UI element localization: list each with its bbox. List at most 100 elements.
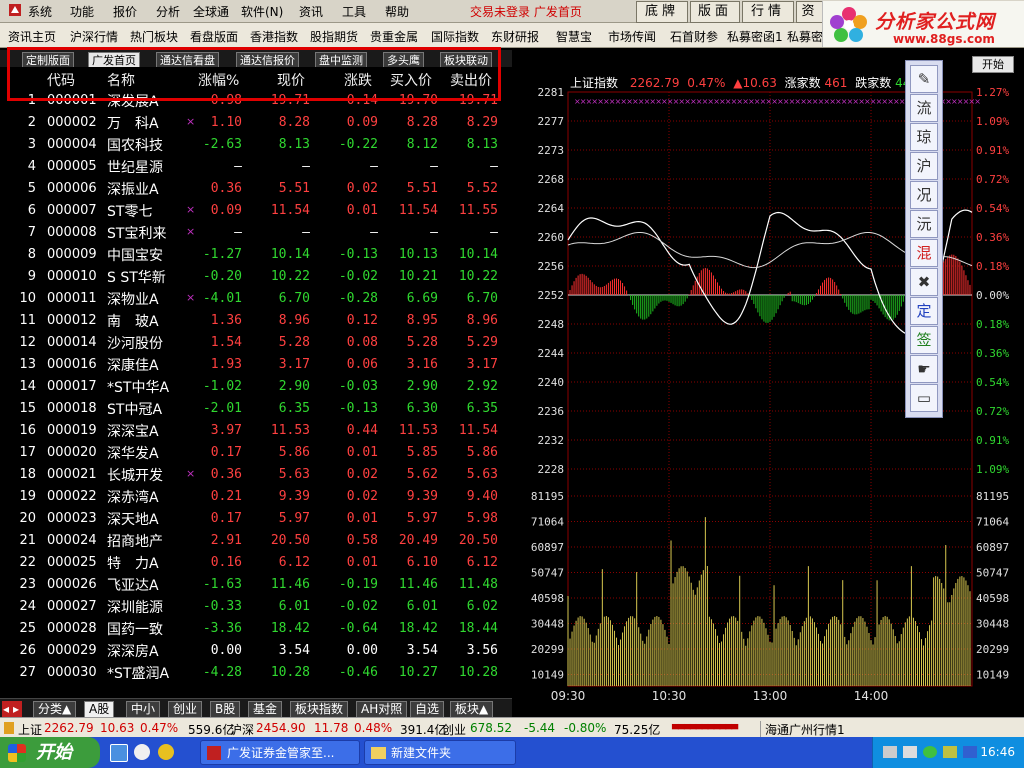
hu-icon[interactable]: 沪: [910, 152, 938, 180]
tab-funds[interactable]: 基金: [248, 701, 283, 718]
qian-icon[interactable]: 签: [910, 326, 938, 354]
tab-sector-index[interactable]: 板块指数: [290, 701, 349, 718]
toolbar-intl-index[interactable]: 国际指数: [431, 28, 479, 45]
menu-news[interactable]: 资讯: [299, 3, 323, 20]
toolbar-news-home[interactable]: 资讯主页: [8, 28, 56, 45]
pen-icon[interactable]: ✎: [910, 65, 938, 93]
table-row[interactable]: 15 000018 ST中冠A -2.01 6.35 -0.13 6.30 6.35: [0, 398, 512, 420]
tab-sme[interactable]: 中小: [126, 701, 161, 718]
table-row[interactable]: 19 000022 深赤湾A 0.21 9.39 0.02 9.39 9.40: [0, 486, 512, 508]
table-row[interactable]: 17 000020 深华发A 0.17 5.86 0.01 5.85 5.86: [0, 442, 512, 464]
table-row[interactable]: 26 000029 深深房A 0.00 3.54 0.00 3.54 3.56: [0, 640, 512, 662]
chart-start-button[interactable]: 开始: [972, 56, 1014, 73]
quicklaunch-chrome-icon[interactable]: [134, 744, 150, 760]
table-row[interactable]: 8 000009 中国宝安 -1.27 10.14 -0.13 10.13 10.14: [0, 244, 512, 266]
qiong-icon[interactable]: 琼: [910, 123, 938, 151]
dipai-button[interactable]: 底牌: [636, 1, 688, 23]
table-row[interactable]: 5 000006 深振业A 0.36 5.51 0.02 5.51 5.52: [0, 178, 512, 200]
network-icon[interactable]: [883, 746, 897, 758]
status-sh-label[interactable]: 上证: [18, 721, 42, 738]
start-button[interactable]: 开始: [0, 737, 100, 768]
menu-global[interactable]: 全球通: [193, 3, 229, 20]
toolbar-rumors[interactable]: 市场传闻: [608, 28, 656, 45]
task-new-folder[interactable]: 新建文件夹: [364, 740, 516, 765]
ding-icon[interactable]: 定: [910, 297, 938, 325]
tab-sector[interactable]: 板块▲: [450, 701, 494, 718]
stock-chg: -0.13: [338, 247, 378, 262]
table-row[interactable]: 14 000017 *ST中华A -1.02 2.90 -0.03 2.90 2.92: [0, 376, 512, 398]
hand-icon[interactable]: ☛: [910, 355, 938, 383]
yuan-icon[interactable]: 沅: [910, 210, 938, 238]
table-row[interactable]: 20 000023 深天地A 0.17 5.97 0.01 5.97 5.98: [0, 508, 512, 530]
table-row[interactable]: 4 000005 世纪星源 – – – – –: [0, 156, 512, 178]
liu-icon[interactable]: 流: [910, 94, 938, 122]
task-gf-securities[interactable]: 广发证券金管家至...: [200, 740, 360, 765]
intraday-chart[interactable]: 2281 1.27% 2277 1.09% 2273 0.91% 2268 0.72% 2264…: [512, 50, 1024, 716]
info-button[interactable]: 资: [796, 1, 824, 23]
toolbar-hs-quote[interactable]: 沪深行情: [70, 28, 118, 45]
menu-system[interactable]: 系统: [28, 3, 52, 20]
menu-analysis[interactable]: 分析: [156, 3, 180, 20]
menu-software[interactable]: 软件(N): [241, 3, 283, 20]
toolbar-research[interactable]: 东财研报: [491, 28, 539, 45]
status-sz-label[interactable]: 沪深: [230, 721, 254, 738]
toolbar-futures[interactable]: 股指期货: [310, 28, 358, 45]
table-row[interactable]: 23 000026 飞亚达A -1.63 11.46 -0.19 11.46 11.48: [0, 574, 512, 596]
table-row[interactable]: 11 000012 南 玻A 1.36 8.96 0.12 8.95 8.96: [0, 310, 512, 332]
table-row[interactable]: 24 000027 深圳能源 -0.33 6.01 -0.02 6.01 6.02: [0, 596, 512, 618]
toolbar-hot-sectors[interactable]: 热门板块: [130, 28, 178, 45]
kuang-icon[interactable]: 况: [910, 181, 938, 209]
table-row[interactable]: 12 000014 沙河股份 1.54 5.28 0.08 5.28 5.29: [0, 332, 512, 354]
tab-b-shares[interactable]: B股: [210, 701, 241, 718]
stock-pct: -4.28: [202, 665, 242, 680]
table-row[interactable]: 2 000002 万 科A × 1.10 8.28 0.09 8.28 8.29: [0, 112, 512, 134]
scroll-left-icon[interactable]: ◂: [2, 701, 12, 718]
stock-code: 000012: [47, 313, 97, 328]
hun-icon[interactable]: 混: [910, 239, 938, 267]
menu-help[interactable]: 帮助: [385, 3, 409, 20]
shield-icon[interactable]: [943, 746, 957, 758]
toolbar-layout[interactable]: 看盘版面: [190, 28, 238, 45]
table-row[interactable]: 16 000019 深深宝A 3.97 11.53 0.44 11.53 11.54: [0, 420, 512, 442]
window-icon[interactable]: ▭: [910, 384, 938, 412]
tray-app-icon[interactable]: [903, 746, 917, 758]
table-row[interactable]: 13 000016 深康佳A 1.93 3.17 0.06 3.16 3.17: [0, 354, 512, 376]
table-row[interactable]: 21 000024 招商地产 2.91 20.50 0.58 20.49 20.50: [0, 530, 512, 552]
layout-button[interactable]: 版面: [690, 1, 740, 23]
table-row[interactable]: 10 000011 深物业A × -4.01 6.70 -0.28 6.69 6.70: [0, 288, 512, 310]
quicklaunch-app2-icon[interactable]: [158, 744, 174, 760]
table-row[interactable]: 18 000021 长城开发 × 0.36 5.63 0.02 5.62 5.63: [0, 464, 512, 486]
tab-gem[interactable]: 创业: [168, 701, 203, 718]
table-row[interactable]: 7 000008 ST宝利来 × – – – – –: [0, 222, 512, 244]
login-status[interactable]: 交易未登录 广发首页: [470, 3, 582, 20]
quicklaunch-app-icon[interactable]: [110, 744, 128, 762]
table-row[interactable]: 27 000030 *ST盛润A -4.28 10.28 -0.46 10.27 10.28: [0, 662, 512, 684]
app-icon[interactable]: [8, 3, 22, 20]
tab-a-shares[interactable]: A股: [84, 701, 115, 718]
toolbar-hk-index[interactable]: 香港指数: [250, 28, 298, 45]
quote-button[interactable]: 行情: [742, 1, 794, 23]
table-row[interactable]: 9 000010 S ST华新 -0.20 10.22 -0.02 10.21 10.22: [0, 266, 512, 288]
toolbar-metals[interactable]: 贵重金属: [370, 28, 418, 45]
tab-ah-compare[interactable]: AH对照: [356, 701, 408, 718]
pct-tick-label: 0.54%: [976, 376, 1009, 389]
toolbar-zhihuibao[interactable]: 智慧宝: [556, 28, 592, 45]
tray-blue-icon[interactable]: [963, 746, 977, 758]
table-row[interactable]: 3 000004 国农科技 -2.63 8.13 -0.22 8.12 8.13: [0, 134, 512, 156]
tab-category[interactable]: 分类▲: [33, 701, 77, 718]
table-row[interactable]: 25 000028 国药一致 -3.36 18.42 -0.64 18.42 18.44: [0, 618, 512, 640]
tools-icon[interactable]: ✖: [910, 268, 938, 296]
toolbar-private-2[interactable]: 私募密: [787, 28, 823, 45]
scroll-right-icon[interactable]: ▸: [12, 701, 22, 718]
menu-function[interactable]: 功能: [70, 3, 94, 20]
menu-tools[interactable]: 工具: [342, 3, 366, 20]
table-row[interactable]: 6 000007 ST零七 × 0.09 11.54 0.01 11.54 11.55: [0, 200, 512, 222]
status-server[interactable]: 海通广州行情1: [760, 721, 845, 738]
tab-watchlist[interactable]: 自选: [410, 701, 445, 718]
status-cy-label[interactable]: 创业: [442, 721, 466, 738]
toolbar-private-1[interactable]: 私募密函1: [727, 28, 783, 45]
tray-green-icon[interactable]: [923, 746, 937, 758]
menu-quote[interactable]: 报价: [113, 3, 137, 20]
table-row[interactable]: 22 000025 特 力A 0.16 6.12 0.01 6.10 6.12: [0, 552, 512, 574]
toolbar-caican[interactable]: 石首财参: [670, 28, 718, 45]
